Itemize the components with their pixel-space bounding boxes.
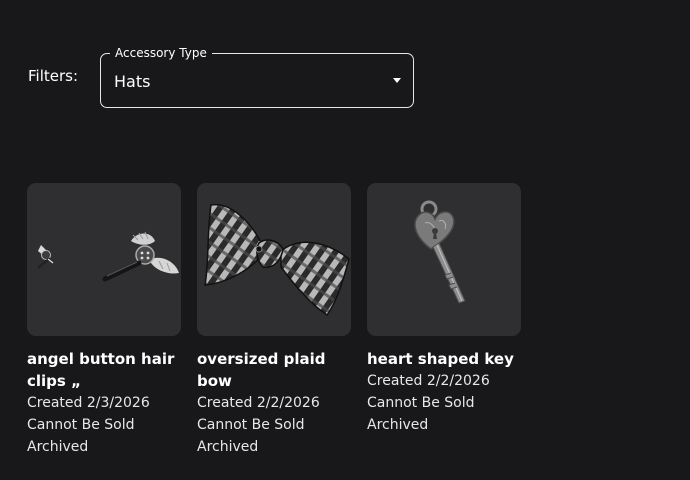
item-sale-status: Cannot Be Sold: [197, 417, 305, 433]
item-name[interactable]: oversized plaid bow: [197, 348, 347, 392]
accessory-type-legend: Accessory Type: [110, 45, 212, 61]
item-created-date: Created 2/2/2026: [367, 373, 490, 389]
item-name[interactable]: heart shaped key: [367, 348, 517, 370]
item-sale-status: Cannot Be Sold: [27, 417, 135, 433]
page: Filters: Accessory Type Hats angel butto…: [0, 0, 690, 480]
item-created-date: Created 2/2/2026: [197, 395, 320, 411]
item-name[interactable]: angel button hair clips „: [27, 348, 177, 392]
hair-clips-icon: [37, 231, 179, 282]
item-thumbnail[interactable]: [197, 183, 351, 336]
item-card[interactable]: oversized plaid bow Created 2/2/2026 Can…: [197, 183, 351, 458]
item-state: Archived: [27, 439, 89, 455]
dropdown-arrow-icon: [393, 78, 401, 83]
accessory-type-value: Hats: [114, 72, 151, 91]
item-state: Archived: [367, 417, 429, 433]
heart-key-icon: [414, 200, 466, 304]
accessory-type-select[interactable]: Accessory Type Hats: [100, 45, 414, 108]
item-card[interactable]: heart shaped key Created 2/2/2026 Cannot…: [367, 183, 521, 436]
item-state: Archived: [197, 439, 259, 455]
item-created-date: Created 2/3/2026: [27, 395, 150, 411]
item-card[interactable]: angel button hair clips „ Created 2/3/20…: [27, 183, 181, 458]
item-sale-status: Cannot Be Sold: [367, 395, 475, 411]
plaid-bow-icon: [204, 203, 350, 317]
filters-label: Filters:: [28, 67, 79, 85]
item-thumbnail[interactable]: [367, 183, 521, 336]
item-thumbnail[interactable]: [27, 183, 181, 336]
